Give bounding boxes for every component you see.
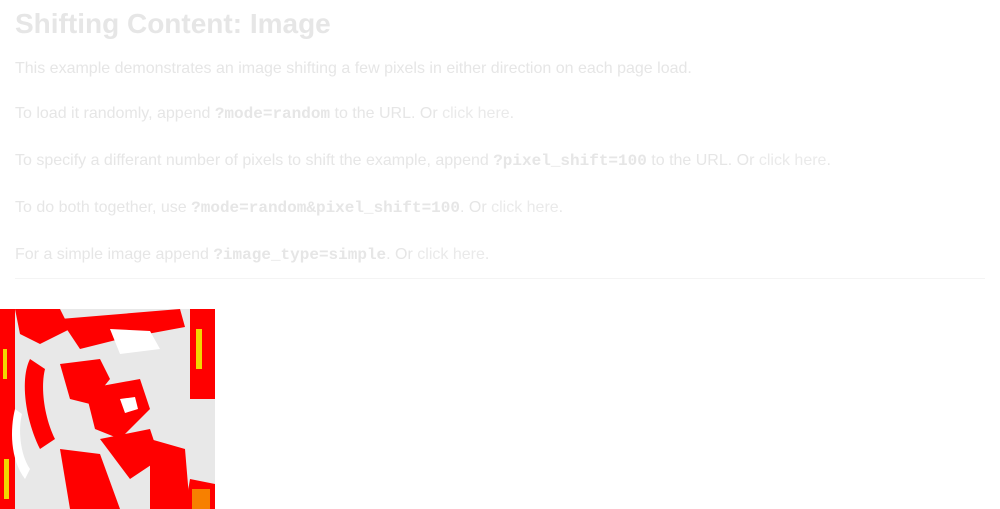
page-title: Shifting Content: Image <box>15 8 331 39</box>
pixel-text-after: to the URL. Or <box>646 152 759 169</box>
simple-period: . <box>484 246 490 263</box>
random-period: . <box>509 105 515 122</box>
pixel-param: ?pixel_shift=100 <box>493 152 647 170</box>
both-instruction: To do both together, use ?mode=random&pi… <box>15 198 563 218</box>
random-text-after: to the URL. Or <box>330 105 443 122</box>
pixel-text: To specify a differant number of pixels … <box>15 152 494 169</box>
both-param: ?mode=random&pixel_shift=100 <box>191 199 460 217</box>
both-text: To do both together, use <box>15 199 192 216</box>
random-click-here-link[interactable]: click here <box>442 105 510 122</box>
random-param: ?mode=random <box>214 105 331 123</box>
both-click-here-link[interactable]: click here <box>491 199 559 216</box>
pixel-click-here-link[interactable]: click here <box>759 152 827 169</box>
simple-param: ?image_type=simple <box>213 246 387 264</box>
divider <box>15 278 985 279</box>
simple-instruction: For a simple image append ?image_type=si… <box>15 245 489 265</box>
pixel-period: . <box>826 152 831 169</box>
random-instruction: To load it randomly, append ?mode=random… <box>15 104 514 124</box>
both-text-after: . Or <box>459 199 492 216</box>
simple-text-after: . Or <box>386 246 418 263</box>
pixel-shift-instruction: To specify a differant number of pixels … <box>15 151 831 171</box>
simple-text: For a simple image append <box>15 246 214 263</box>
both-period: . <box>558 199 564 216</box>
random-text: To load it randomly, append <box>15 105 215 122</box>
intro-text: This example demonstrates an image shift… <box>15 60 692 77</box>
simple-click-here-link[interactable]: click here <box>417 246 485 263</box>
shifting-image <box>0 309 215 509</box>
